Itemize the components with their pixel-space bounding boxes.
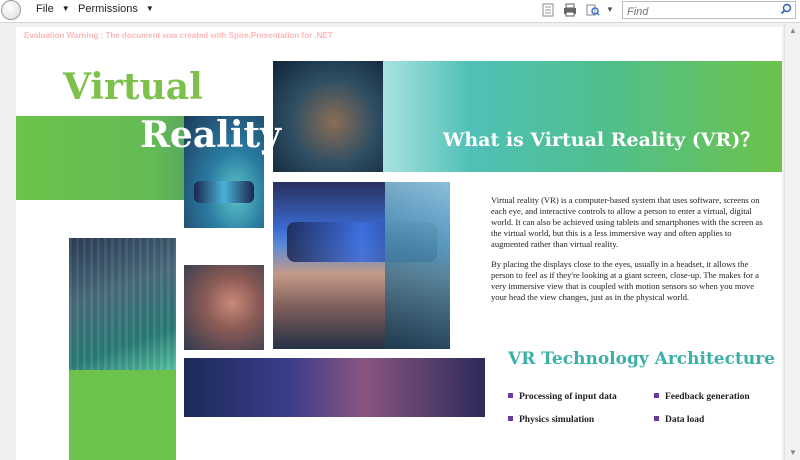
title-word-virtual: Virtual <box>63 66 203 108</box>
vr-city-photo <box>385 182 450 349</box>
menu-permissions-label: Permissions <box>78 3 138 15</box>
menu-file[interactable]: File ▼ <box>36 3 70 15</box>
bullet-icon <box>654 416 659 421</box>
title-banner <box>383 61 782 172</box>
menu-file-label: File <box>36 3 54 15</box>
list-item-label: Data load <box>665 415 705 425</box>
chevron-down-icon: ▼ <box>61 4 70 13</box>
section-title: VR Technology Architecture <box>508 349 775 369</box>
list-item-label: Feedback generation <box>665 392 750 402</box>
app-logo-icon <box>1 0 21 20</box>
list-item: Feedback generation <box>654 392 750 402</box>
menu-permissions[interactable]: Permissions ▼ <box>78 3 154 15</box>
bullet-icon <box>654 393 659 398</box>
paragraph: Virtual reality (VR) is a computer-based… <box>491 195 763 249</box>
title-word-reality: Reality <box>140 114 282 156</box>
vr-user-photo <box>184 265 264 350</box>
scroll-up-icon[interactable]: ▲ <box>789 26 797 35</box>
list-item: Processing of input data <box>508 392 617 402</box>
page-icon[interactable] <box>541 3 555 17</box>
chevron-down-icon: ▼ <box>145 4 154 13</box>
list-item-label: Physics simulation <box>519 415 595 425</box>
slide-heading: What is Virtual Reality (VR)？ <box>443 129 760 151</box>
vertical-scrollbar[interactable]: ▲ ▼ <box>784 23 800 460</box>
list-item-label: Processing of input data <box>519 392 617 402</box>
search-icon[interactable] <box>780 3 792 15</box>
scroll-down-icon[interactable]: ▼ <box>789 448 797 457</box>
bullet-icon <box>508 416 513 421</box>
find-field[interactable] <box>622 1 796 20</box>
bullet-icon <box>508 393 513 398</box>
find-input[interactable] <box>623 4 781 20</box>
slide-canvas: Evaluation Warning : The document was cr… <box>16 27 782 460</box>
zoom-icon[interactable] <box>586 3 600 17</box>
vr-closeup-photo <box>184 358 485 417</box>
print-icon[interactable] <box>563 3 577 17</box>
paragraph: By placing the displays close to the eye… <box>491 259 759 302</box>
evaluation-watermark: Evaluation Warning : The document was cr… <box>24 31 333 40</box>
green-column <box>69 370 176 460</box>
list-item: Data load <box>654 415 704 425</box>
body-text: Virtual reality (VR) is a computer-based… <box>491 195 771 312</box>
vr-face-photo <box>273 61 383 172</box>
list-item: Physics simulation <box>508 415 594 425</box>
zoom-dropdown-icon[interactable]: ▼ <box>603 3 617 17</box>
vr-scene-photo <box>69 238 176 370</box>
toolbar: File ▼ Permissions ▼ ▼ <box>0 0 800 23</box>
